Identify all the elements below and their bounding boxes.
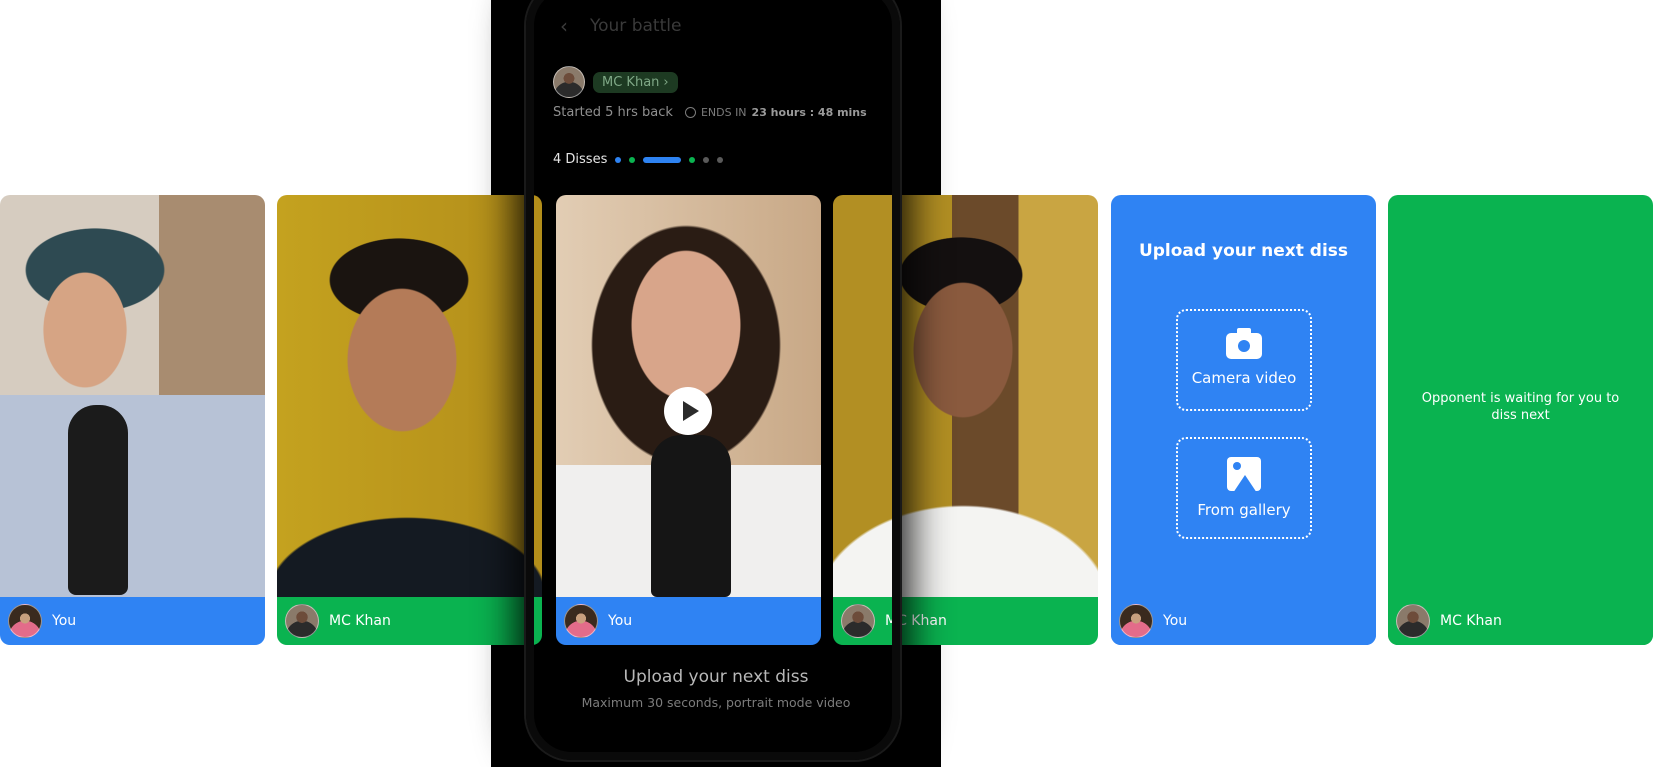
progress-active-bar (643, 156, 682, 163)
progress-dot (689, 156, 696, 163)
card-owner-label: You (608, 613, 633, 629)
card-owner-label: You (52, 613, 77, 629)
waiting-message: Opponent is waiting for you to diss next (1421, 391, 1620, 423)
clock-icon (684, 107, 696, 118)
progress-dot (717, 156, 724, 163)
upload-prompt-subtitle: Maximum 30 seconds, portrait mode video (581, 695, 851, 710)
avatar (564, 604, 598, 638)
diss-card-you-1[interactable]: You (0, 195, 265, 645)
progress-indicator (615, 156, 724, 163)
opponent-name-pill[interactable]: MC Khan › (593, 71, 678, 93)
ends-in: ENDS IN 23 hours : 48 mins (684, 106, 867, 119)
microphone (68, 405, 128, 595)
upload-prompt-title: Upload your next diss (623, 667, 809, 687)
opponent-name: MC Khan (602, 74, 660, 90)
diss-video-thumbnail (0, 195, 265, 597)
upload-title: Upload your next diss (1138, 241, 1349, 261)
avatar (841, 604, 875, 638)
disses-count: 4 Disses (553, 152, 608, 167)
card-owner-label: You (1163, 613, 1188, 629)
card-owner-label: MC Khan (329, 613, 391, 629)
progress-dot (629, 156, 636, 163)
battle-header: ‹ Your battle (560, 12, 681, 40)
progress-dot (615, 156, 622, 163)
diss-video-thumbnail (833, 195, 1098, 597)
card-footer: MC Khan (1388, 597, 1653, 645)
card-owner-label: MC Khan (885, 613, 947, 629)
diss-card-opponent-1[interactable]: MC Khan (277, 195, 542, 645)
avatar (8, 604, 42, 638)
diss-video-thumbnail (556, 195, 821, 597)
card-footer: You (556, 597, 821, 645)
camera-video-label: Camera video (1191, 369, 1297, 387)
back-chevron-icon[interactable]: ‹ (560, 14, 568, 38)
chevron-right-icon: › (663, 74, 669, 90)
gallery-icon (1227, 457, 1261, 491)
camera-video-button[interactable]: Camera video (1176, 309, 1312, 411)
avatar (1119, 604, 1153, 638)
waiting-card: Opponent is waiting for you to diss next… (1388, 195, 1653, 645)
progress-dot (703, 156, 710, 163)
card-owner-label: MC Khan (1440, 613, 1502, 629)
card-footer: You (0, 597, 265, 645)
microphone (651, 435, 731, 597)
card-footer: MC Khan (833, 597, 1098, 645)
from-gallery-button[interactable]: From gallery (1176, 437, 1312, 539)
diss-card-opponent-2[interactable]: MC Khan (833, 195, 1098, 645)
opponent-avatar[interactable] (553, 66, 585, 98)
ends-value: 23 hours : 48 mins (751, 106, 867, 119)
upload-diss-card: Upload your next diss Camera video From … (1111, 195, 1376, 645)
avatar (285, 604, 319, 638)
diss-video-thumbnail (277, 195, 542, 597)
disses-progress: 4 Disses (553, 152, 724, 167)
card-footer: MC Khan (277, 597, 542, 645)
diss-card-you-active[interactable]: You (556, 195, 821, 645)
play-icon[interactable] (664, 387, 712, 435)
opponent-row: MC Khan › (553, 66, 678, 98)
card-footer: You (1111, 597, 1376, 645)
from-gallery-label: From gallery (1197, 501, 1291, 519)
battle-meta: Started 5 hrs back ENDS IN 23 hours : 48… (553, 105, 867, 120)
avatar (1396, 604, 1430, 638)
ends-label: ENDS IN (700, 106, 747, 119)
camera-icon (1226, 328, 1262, 359)
started-text: Started 5 hrs back (553, 105, 673, 120)
page-title: Your battle (590, 16, 682, 36)
